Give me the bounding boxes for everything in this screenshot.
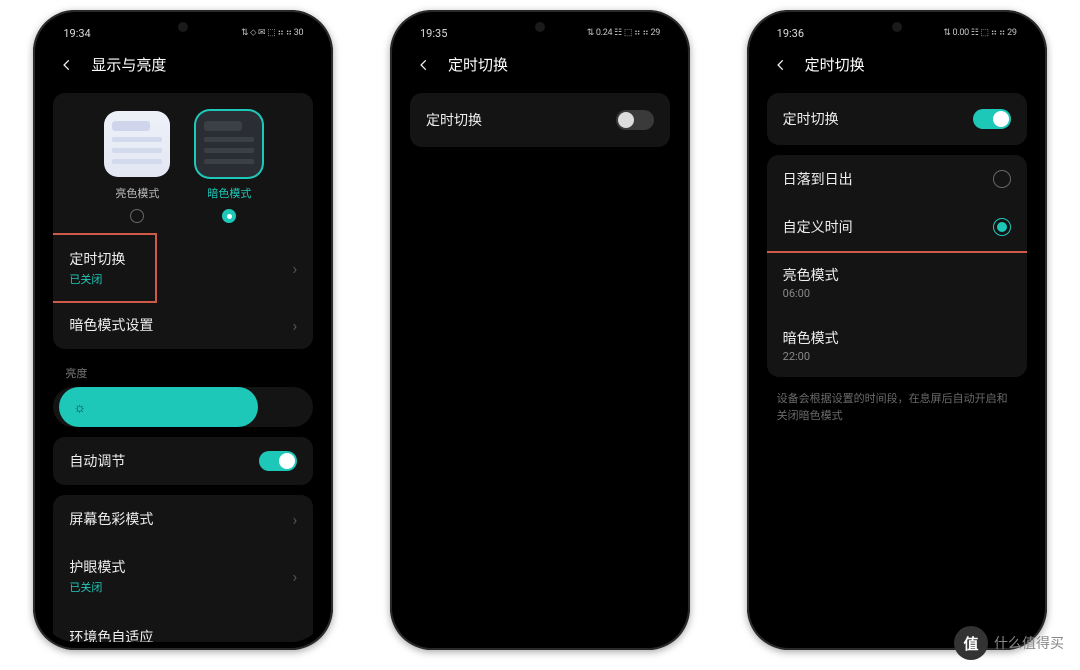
status-time: 19:35 bbox=[420, 27, 447, 40]
brightness-slider-fill: ☼ bbox=[59, 387, 257, 427]
sunset-sunrise-radio[interactable] bbox=[993, 170, 1011, 188]
status-indicators: ⇅ 0.24 ☷ ⬚ ⠶ ⠶ 29 bbox=[587, 28, 660, 38]
back-icon[interactable] bbox=[416, 57, 432, 73]
dark-mode-time-label: 暗色模式 bbox=[783, 328, 839, 348]
scheduled-toggle[interactable] bbox=[973, 109, 1011, 129]
theme-light-thumb bbox=[104, 111, 170, 177]
theme-dark-tile[interactable]: 暗色模式 bbox=[196, 111, 262, 223]
row-auto-adjust[interactable]: 自动调节 bbox=[53, 437, 313, 485]
brightness-section-label: 亮度 bbox=[41, 359, 325, 381]
back-icon[interactable] bbox=[59, 57, 75, 73]
status-indicators: ⇅ 0.00 ☷ ⬚ ⠶ ⠶ 29 bbox=[943, 28, 1016, 38]
chevron-right-icon: › bbox=[293, 510, 298, 529]
auto-adjust-toggle[interactable] bbox=[259, 451, 297, 471]
status-indicators: ⇅ ⬦ ✉ ⬚ ⠶ ⠶ 30 bbox=[241, 28, 303, 38]
theme-dark-thumb bbox=[196, 111, 262, 177]
phone-scheduled-off: 19:35 ⇅ 0.24 ☷ ⬚ ⠶ ⠶ 29 定时切换 定时切换 bbox=[390, 10, 690, 650]
page-title: 定时切换 bbox=[448, 54, 508, 75]
row-sunset-sunrise[interactable]: 日落到日出 bbox=[767, 155, 1027, 203]
theme-light-tile[interactable]: 亮色模式 bbox=[104, 111, 170, 223]
scheduled-switch-sub: 已关闭 bbox=[69, 271, 125, 287]
scheduled-toggle-group: 定时切换 bbox=[767, 93, 1027, 145]
phone-display-settings: 19:34 ⇅ ⬦ ✉ ⬚ ⠶ ⠶ 30 显示与亮度 亮色模式 bbox=[33, 10, 333, 650]
auto-adjust-label: 自动调节 bbox=[69, 451, 125, 471]
row-custom-time[interactable]: 自定义时间 bbox=[767, 203, 1027, 251]
row-dark-mode-settings[interactable]: 暗色模式设置 › bbox=[53, 301, 313, 349]
custom-time-radio[interactable] bbox=[993, 218, 1011, 236]
camera-notch bbox=[178, 22, 188, 32]
dark-mode-time-value: 22:00 bbox=[783, 350, 839, 363]
color-mode-label: 屏幕色彩模式 bbox=[69, 509, 153, 529]
titlebar: 显示与亮度 bbox=[41, 42, 325, 83]
row-light-mode-time[interactable]: 亮色模式 06:00 bbox=[767, 251, 1027, 314]
schedule-options-group: 日落到日出 自定义时间 亮色模式 06:00 暗色模式 22:00 bbox=[767, 155, 1027, 377]
back-icon[interactable] bbox=[773, 57, 789, 73]
titlebar: 定时切换 bbox=[398, 42, 682, 83]
theme-light-label: 亮色模式 bbox=[115, 185, 159, 201]
screen: 19:35 ⇅ 0.24 ☷ ⬚ ⠶ ⠶ 29 定时切换 定时切换 bbox=[398, 18, 682, 642]
camera-notch bbox=[535, 22, 545, 32]
auto-brightness-group: 自动调节 bbox=[53, 437, 313, 485]
theme-dark-radio[interactable] bbox=[222, 209, 236, 223]
row-eye-mode[interactable]: 护眼模式 已关闭 › bbox=[53, 543, 313, 609]
watermark-text: 什么值得买 bbox=[994, 633, 1064, 653]
page-title: 显示与亮度 bbox=[91, 54, 166, 75]
dark-mode-settings-label: 暗色模式设置 bbox=[69, 315, 153, 335]
watermark-badge: 值 bbox=[954, 626, 988, 660]
camera-notch bbox=[892, 22, 902, 32]
screen: 19:34 ⇅ ⬦ ✉ ⬚ ⠶ ⠶ 30 显示与亮度 亮色模式 bbox=[41, 18, 325, 642]
theme-dark-label: 暗色模式 bbox=[207, 185, 251, 201]
custom-time-label: 自定义时间 bbox=[783, 217, 853, 237]
ambient-color-label: 环境色自适应 bbox=[69, 627, 153, 642]
scheduled-switch-label: 定时切换 bbox=[69, 249, 125, 269]
status-time: 19:36 bbox=[777, 27, 804, 40]
titlebar: 定时切换 bbox=[755, 42, 1039, 83]
eye-mode-label: 护眼模式 bbox=[69, 557, 125, 577]
color-eye-group: 屏幕色彩模式 › 护眼模式 已关闭 › 环境色自适应 bbox=[53, 495, 313, 642]
chevron-right-icon: › bbox=[293, 567, 298, 586]
scheduled-toggle-label: 定时切换 bbox=[426, 110, 482, 130]
row-scheduled-switch[interactable]: 定时切换 已关闭 › bbox=[53, 235, 313, 301]
watermark: 值 什么值得买 bbox=[954, 626, 1064, 660]
theme-picker: 亮色模式 暗色模式 bbox=[53, 93, 313, 235]
phone-scheduled-on: 19:36 ⇅ 0.00 ☷ ⬚ ⠶ ⠶ 29 定时切换 定时切换 日落到日出 bbox=[747, 10, 1047, 650]
theme-light-radio[interactable] bbox=[130, 209, 144, 223]
brightness-slider[interactable]: ☼ bbox=[53, 387, 313, 427]
scheduled-toggle[interactable] bbox=[616, 110, 654, 130]
light-mode-time-label: 亮色模式 bbox=[783, 265, 839, 285]
chevron-right-icon: › bbox=[293, 259, 298, 278]
light-mode-time-value: 06:00 bbox=[783, 287, 839, 300]
eye-mode-sub: 已关闭 bbox=[69, 579, 125, 595]
status-time: 19:34 bbox=[63, 27, 90, 40]
page-title: 定时切换 bbox=[805, 54, 865, 75]
row-dark-mode-time[interactable]: 暗色模式 22:00 bbox=[767, 314, 1027, 377]
theme-group: 亮色模式 暗色模式 定时切换 已关闭 bbox=[53, 93, 313, 349]
row-color-mode[interactable]: 屏幕色彩模式 › bbox=[53, 495, 313, 543]
scheduled-toggle-label: 定时切换 bbox=[783, 109, 839, 129]
scheduled-toggle-group: 定时切换 bbox=[410, 93, 670, 147]
sunset-sunrise-label: 日落到日出 bbox=[783, 169, 853, 189]
row-ambient-color[interactable]: 环境色自适应 bbox=[53, 609, 313, 642]
row-scheduled-toggle[interactable]: 定时切换 bbox=[410, 93, 670, 147]
screen: 19:36 ⇅ 0.00 ☷ ⬚ ⠶ ⠶ 29 定时切换 定时切换 日落到日出 bbox=[755, 18, 1039, 642]
schedule-note: 设备会根据设置的时间段，在息屏后自动开启和关闭暗色模式 bbox=[755, 387, 1039, 428]
phones-row: 19:34 ⇅ ⬦ ✉ ⬚ ⠶ ⠶ 30 显示与亮度 亮色模式 bbox=[0, 0, 1080, 660]
chevron-right-icon: › bbox=[293, 316, 298, 335]
brightness-sun-icon: ☼ bbox=[73, 399, 86, 416]
row-scheduled-toggle[interactable]: 定时切换 bbox=[767, 93, 1027, 145]
